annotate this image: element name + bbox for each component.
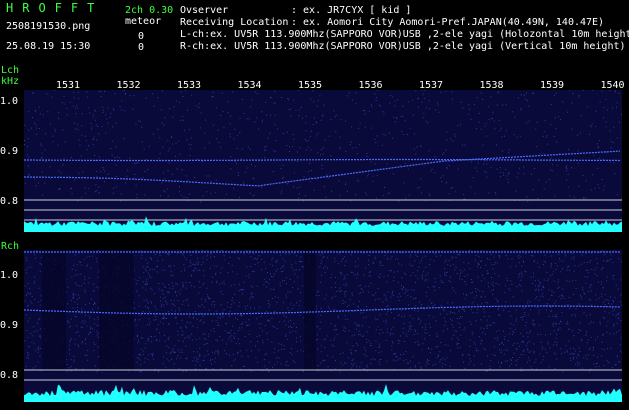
lch-freq-tick-2: 0.9 xyxy=(0,146,19,157)
rch-freq-tick-1: 1.0 xyxy=(0,270,19,281)
datetime: 25.08.19 15:30 xyxy=(6,41,91,52)
location-label: Receiving Location xyxy=(180,17,289,28)
observer-label: Ovserver xyxy=(180,5,229,16)
noise-floor xyxy=(24,216,622,232)
mode-label: meteor xyxy=(125,16,162,27)
dark-band xyxy=(304,250,316,372)
app-logo: HROFFT xyxy=(6,1,104,15)
rch-freq-tick-3: 0.8 xyxy=(0,370,19,381)
rch-waterfall-graphic xyxy=(24,250,622,402)
lch-freq-tick-1: 1.0 xyxy=(0,96,19,107)
signal-trace xyxy=(24,158,621,162)
count-r: 0 xyxy=(138,42,145,53)
khz-axis-label: kHz xyxy=(1,76,20,87)
rch-waterfall xyxy=(24,250,622,402)
location-value: : ex. Aomori City Aomori-Pref.JAPAN(40.4… xyxy=(291,17,605,28)
rch-axis-label: Rch xyxy=(1,241,20,252)
count-l: 0 xyxy=(138,31,145,42)
filename: 2508191530.png xyxy=(6,21,91,32)
lch-waterfall-graphic xyxy=(24,90,622,232)
lch-axis-label: Lch xyxy=(1,65,20,76)
observer-value: : ex. JR7CYX [ kid ] xyxy=(291,5,412,16)
lch-freq-tick-3: 0.8 xyxy=(0,196,19,207)
noise-speckle xyxy=(24,90,622,203)
noise-floor xyxy=(24,384,622,402)
rch-freq-tick-2: 0.9 xyxy=(0,320,19,331)
lch-description: L-ch:ex. UV5R 113.900Mhz(SAPPORO VOR)USB… xyxy=(180,29,629,40)
channel-info: 2ch 0.30 xyxy=(125,5,174,16)
dark-band xyxy=(99,250,129,372)
rch-description: R-ch:ex. UV5R 113.900Mhz(SAPPORO VOR)USB… xyxy=(180,41,626,52)
lch-waterfall xyxy=(24,90,622,232)
dark-band xyxy=(129,250,134,372)
